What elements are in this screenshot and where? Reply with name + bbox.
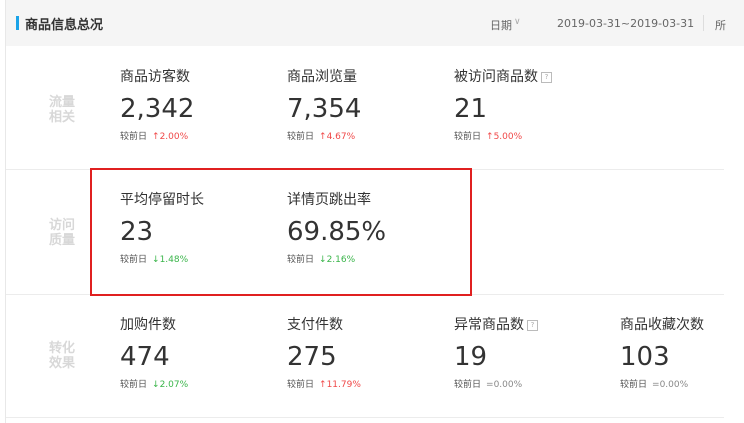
metric-label: 商品浏览量 [287, 69, 357, 85]
metric-value: 21 [454, 94, 488, 124]
row-divider [6, 417, 724, 418]
panel-header: 商品信息总况 日期 ∨ 2019-03-31~2019-03-31 所 [6, 0, 744, 46]
title-accent-bar [16, 16, 19, 30]
change-percent: 2.07% [159, 380, 189, 390]
trend-up-icon: ↑ [486, 132, 494, 142]
metric-label: 异常商品数 [454, 317, 524, 333]
metric-label-row: 被访问商品数? [454, 67, 552, 87]
compare-label: 较前日 [120, 380, 148, 390]
metric-compare: 较前日 =0.00% [620, 378, 704, 392]
group-label-line: 访问 [48, 218, 75, 233]
metric-cart-items: 加购件数 474 较前日 ↓2.07% [120, 315, 188, 392]
panel-left-border [5, 0, 6, 423]
metric-favorites: 商品收藏次数 103 较前日 =0.00% [620, 315, 704, 392]
trend-up-icon: ↑ [319, 132, 327, 142]
metric-value: 103 [620, 342, 670, 372]
group-label-line: 效果 [48, 356, 75, 371]
compare-label: 较前日 [620, 380, 648, 390]
trend-flat-icon: = [652, 380, 660, 390]
trend-flat-icon: = [486, 380, 494, 390]
metric-compare: 较前日 ↑5.00% [454, 130, 552, 144]
metric-compare: 较前日 ↓2.07% [120, 378, 188, 392]
metric-compare: 较前日 ↑4.67% [287, 130, 361, 144]
metric-label: 商品访客数 [120, 69, 190, 85]
compare-label: 较前日 [287, 132, 315, 142]
metric-value: 2,342 [120, 94, 195, 124]
compare-label: 较前日 [120, 132, 148, 142]
metric-pageviews: 商品浏览量 7,354 较前日 ↑4.67% [287, 67, 361, 144]
header-separator [703, 15, 704, 31]
chevron-down-icon[interactable]: ∨ [514, 17, 521, 27]
metric-label: 被访问商品数 [454, 69, 538, 85]
metric-value: 474 [120, 342, 170, 372]
compare-label: 较前日 [454, 132, 482, 142]
panel-title: 商品信息总况 [25, 18, 104, 33]
group-label-line: 流量 [48, 95, 75, 110]
header-extra-text[interactable]: 所 [715, 17, 726, 33]
compare-label: 较前日 [454, 380, 482, 390]
question-mark-icon[interactable]: ? [527, 320, 538, 331]
metric-compare: 较前日 =0.00% [454, 378, 538, 392]
group-label-line: 相关 [48, 110, 75, 125]
group-label-conversion: 转化 效果 [45, 341, 79, 371]
metric-abnormal-products: 异常商品数? 19 较前日 =0.00% [454, 315, 538, 392]
metric-value: 19 [454, 342, 488, 372]
group-label-line: 转化 [48, 341, 75, 356]
highlight-box [90, 168, 472, 296]
change-percent: 5.00% [493, 132, 523, 142]
metric-value: 7,354 [287, 94, 362, 124]
trend-up-icon: ↑ [152, 132, 160, 142]
change-percent: 11.79% [326, 380, 361, 390]
trend-up-icon: ↑ [319, 380, 327, 390]
group-label-visit-quality: 访问 质量 [45, 218, 79, 248]
metric-label: 商品收藏次数 [620, 317, 704, 333]
metric-label-row: 异常商品数? [454, 315, 538, 335]
date-range-text[interactable]: 2019-03-31~2019-03-31 [557, 17, 694, 30]
date-dropdown-label[interactable]: 日期 [490, 17, 512, 33]
metric-compare: 较前日 ↑11.79% [287, 378, 361, 392]
metric-label: 支付件数 [287, 317, 343, 333]
compare-label: 较前日 [287, 380, 315, 390]
change-percent: 0.00% [659, 380, 689, 390]
metric-paid-items: 支付件数 275 较前日 ↑11.79% [287, 315, 361, 392]
change-percent: 4.67% [326, 132, 356, 142]
metric-compare: 较前日 ↑2.00% [120, 130, 194, 144]
metric-visitors: 商品访客数 2,342 较前日 ↑2.00% [120, 67, 194, 144]
metric-value: 275 [287, 342, 337, 372]
group-label-line: 质量 [48, 233, 75, 248]
metric-label: 加购件数 [120, 317, 176, 333]
question-mark-icon[interactable]: ? [541, 72, 552, 83]
change-percent: 2.00% [159, 132, 189, 142]
trend-down-icon: ↓ [152, 380, 160, 390]
group-label-traffic: 流量 相关 [45, 95, 79, 125]
change-percent: 0.00% [493, 380, 523, 390]
metric-visited-products: 被访问商品数? 21 较前日 ↑5.00% [454, 67, 552, 144]
